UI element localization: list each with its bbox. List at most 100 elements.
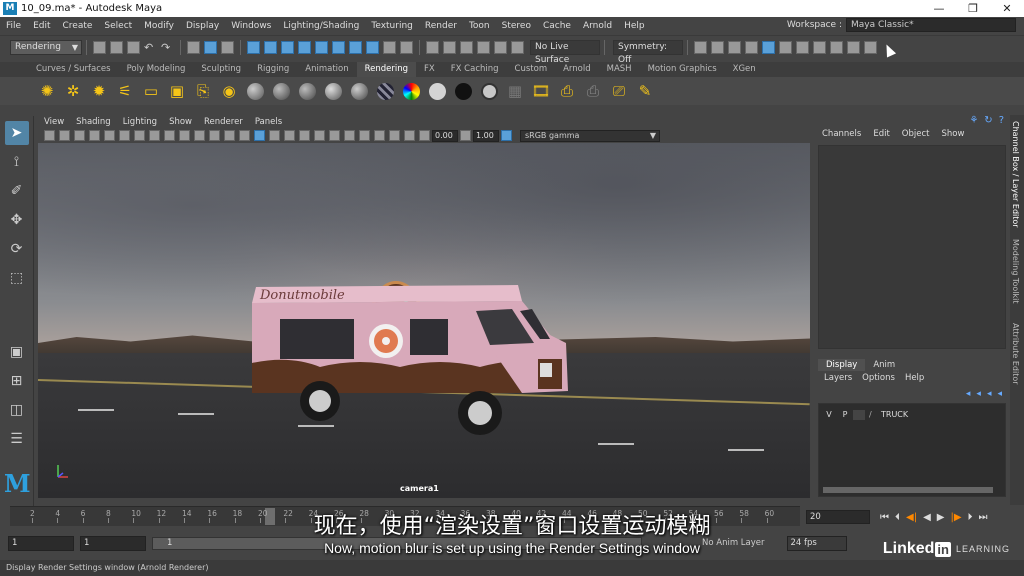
modeling-toolkit-icon[interactable] xyxy=(796,41,809,54)
character-controls-icon[interactable] xyxy=(813,41,826,54)
motion-blur-icon[interactable] xyxy=(314,130,325,141)
shader-ball-2-icon[interactable] xyxy=(271,81,291,101)
batch-render-icon[interactable]: ⎙ xyxy=(557,81,577,101)
viewport-menu-show[interactable]: Show xyxy=(163,117,198,127)
outliner-layout-icon[interactable]: ☰ xyxy=(5,427,29,451)
viewport-menu-renderer[interactable]: Renderer xyxy=(198,117,249,127)
current-frame-field[interactable]: 20 xyxy=(806,510,870,524)
menu-display[interactable]: Display xyxy=(180,21,225,31)
single-perspective-layout-icon[interactable]: ▣ xyxy=(5,340,29,364)
show-batch-icon[interactable]: ⎚ xyxy=(609,81,629,101)
render-frame-icon[interactable] xyxy=(711,41,724,54)
magnet-icon[interactable] xyxy=(400,41,413,54)
tab-xgen[interactable]: XGen xyxy=(725,62,764,77)
open-scene-icon[interactable] xyxy=(110,41,123,54)
select-component-icon[interactable] xyxy=(221,41,234,54)
toggle-channel-box-icon[interactable] xyxy=(864,41,877,54)
go-to-start-icon[interactable]: ⏮ xyxy=(880,512,889,523)
menu-create[interactable]: Create xyxy=(57,21,99,31)
show-menu[interactable]: Show xyxy=(941,129,964,139)
shader-ball-5-icon[interactable] xyxy=(349,81,369,101)
render-sequence-icon[interactable]: 🎞 xyxy=(531,81,551,101)
xray-icon[interactable] xyxy=(374,130,385,141)
refresh-icon[interactable]: ↻ xyxy=(984,115,992,126)
isolate-select-icon[interactable] xyxy=(359,130,370,141)
menu-windows[interactable]: Windows xyxy=(225,21,277,31)
menu-cache[interactable]: Cache xyxy=(537,21,577,31)
shader-ball-10-icon[interactable] xyxy=(479,81,499,101)
construction-history-icon[interactable] xyxy=(426,41,439,54)
make-live-icon[interactable] xyxy=(477,41,490,54)
paint-select-tool-icon[interactable]: ✐ xyxy=(5,179,29,203)
channels-menu[interactable]: Channels xyxy=(822,129,861,139)
anim-layer-label[interactable]: No Anim Layer xyxy=(702,538,765,548)
step-back-key-icon[interactable]: ⏴ xyxy=(895,512,900,523)
menu-file[interactable]: File xyxy=(0,21,27,31)
snap-curve-icon[interactable] xyxy=(264,41,277,54)
gate-mask-icon[interactable] xyxy=(149,130,160,141)
rotate-tool-icon[interactable]: ⟳ xyxy=(5,237,29,261)
volume-light-icon[interactable]: ▣ xyxy=(167,81,187,101)
menu-render[interactable]: Render xyxy=(419,21,463,31)
film-gate-icon[interactable] xyxy=(119,130,130,141)
ipr-render-icon[interactable] xyxy=(728,41,741,54)
tab-anim[interactable]: Anim xyxy=(865,359,903,371)
toggle-tool-settings-icon[interactable] xyxy=(847,41,860,54)
two-view-layout-icon[interactable]: ◫ xyxy=(5,398,29,422)
symmetry-dropdown[interactable]: Symmetry: Off xyxy=(613,40,683,65)
xray-joints-icon[interactable] xyxy=(389,130,400,141)
tab-custom[interactable]: Custom xyxy=(507,62,556,77)
channel-box-area[interactable] xyxy=(818,145,1006,349)
layer-name[interactable]: TRUCK xyxy=(881,410,908,419)
tab-mash[interactable]: MASH xyxy=(599,62,640,77)
live-surface-field[interactable]: No Live Surface xyxy=(530,40,600,65)
save-scene-icon[interactable] xyxy=(127,41,140,54)
help-icon[interactable]: ? xyxy=(999,115,1004,126)
wireframe-icon[interactable] xyxy=(209,130,220,141)
area-light-icon[interactable]: ▭ xyxy=(141,81,161,101)
xray-active-icon[interactable] xyxy=(404,130,415,141)
select-tool-icon[interactable]: ➤ xyxy=(4,121,29,145)
layer-playback-toggle[interactable]: P xyxy=(837,410,853,419)
menu-toon[interactable]: Toon xyxy=(463,21,496,31)
tab-channel-box-layer-editor[interactable]: Channel Box / Layer Editor xyxy=(1011,121,1020,228)
workspace-dropdown[interactable]: Maya Classic* xyxy=(846,18,1016,32)
snap-plane-icon[interactable] xyxy=(349,41,362,54)
restore-button[interactable]: ❐ xyxy=(956,0,990,17)
perspective-viewport[interactable]: Donutmobile camera1 xyxy=(38,143,810,498)
menu-help[interactable]: Help xyxy=(618,21,651,31)
new-layer-icon[interactable]: ◂ xyxy=(987,389,992,399)
layer-list-scrollbar[interactable] xyxy=(823,487,993,493)
fps-dropdown[interactable]: 24 fps xyxy=(786,535,847,551)
undo-icon[interactable]: ↶ xyxy=(144,41,157,54)
tab-rendering[interactable]: Rendering xyxy=(356,62,417,77)
tab-arnold[interactable]: Arnold xyxy=(555,62,599,77)
field-chart-icon[interactable] xyxy=(164,130,175,141)
new-scene-icon[interactable] xyxy=(93,41,106,54)
tab-modeling-toolkit[interactable]: Modeling Toolkit xyxy=(1011,239,1020,303)
time-slider[interactable]: 2 4 6 8 10 12 14 16 18 20 22 24 26 28 30 32 34 36 38 40 42 44… xyxy=(10,506,800,526)
magnet-toggle-icon[interactable] xyxy=(494,41,507,54)
arnold-render-view-icon[interactable] xyxy=(779,41,792,54)
camera-attributes-icon[interactable] xyxy=(59,130,70,141)
screen-space-ao-icon[interactable] xyxy=(299,130,310,141)
layer-visibility-toggle[interactable]: V xyxy=(821,410,837,419)
help-icon[interactable] xyxy=(366,41,379,54)
tab-fx-caching[interactable]: FX Caching xyxy=(443,62,507,77)
tab-sculpting[interactable]: Sculpting xyxy=(193,62,249,77)
tab-rigging[interactable]: Rigging xyxy=(249,62,297,77)
select-camera-icon[interactable] xyxy=(44,130,55,141)
layers-menu[interactable]: Layers xyxy=(824,373,852,383)
tab-fx[interactable]: FX xyxy=(416,62,443,77)
paint-effects-icon[interactable]: ✎ xyxy=(635,81,655,101)
soft-select-icon[interactable] xyxy=(511,41,524,54)
step-forward-frame-icon[interactable]: |▶ xyxy=(950,512,961,523)
viewport-menu-shading[interactable]: Shading xyxy=(70,117,117,127)
lock-icon[interactable] xyxy=(383,41,396,54)
step-back-frame-icon[interactable]: ◀| xyxy=(906,512,917,523)
new-layer-selected-icon[interactable]: ◂ xyxy=(997,389,1002,399)
textured-icon[interactable] xyxy=(254,130,265,141)
view-transform-dropdown[interactable]: sRGB gamma ▼ xyxy=(520,129,660,142)
go-to-end-icon[interactable]: ⏭ xyxy=(979,512,988,523)
camera-icon[interactable]: ⎘ xyxy=(193,81,213,101)
